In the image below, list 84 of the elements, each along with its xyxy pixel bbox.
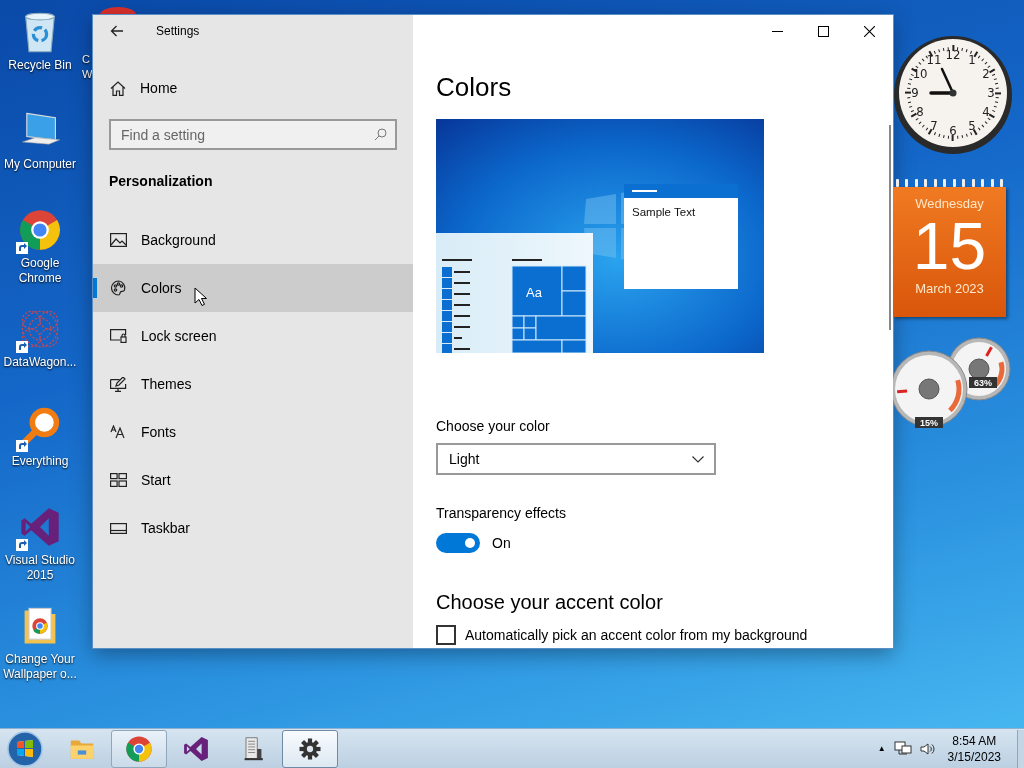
lock-screen-icon xyxy=(110,329,127,343)
start-orb[interactable] xyxy=(6,729,44,768)
field-label: Choose your color xyxy=(436,417,551,435)
network-icon[interactable] xyxy=(893,740,912,757)
clock-numeral: 1 xyxy=(968,52,976,68)
visual-studio-icon xyxy=(182,734,210,763)
page-heading: Colors xyxy=(436,72,513,102)
taskbar-button[interactable] xyxy=(282,729,338,768)
close-icon xyxy=(863,25,875,37)
search-icon xyxy=(374,128,387,141)
icon-label: My Computer xyxy=(3,157,77,172)
clock-numeral: 6 xyxy=(949,123,957,138)
minimize-icon xyxy=(771,30,783,32)
show-hidden-icons-button[interactable]: ▲ xyxy=(877,744,886,753)
color-mode-dropdown[interactable]: Light xyxy=(436,443,716,475)
meter-reading: 15% xyxy=(920,418,938,428)
clock-numeral: 12 xyxy=(945,47,961,62)
checkbox[interactable] xyxy=(436,625,456,645)
taskbar-icon xyxy=(110,522,127,534)
clock-numeral: 5 xyxy=(968,117,976,133)
section-heading: Choose your accent color xyxy=(436,590,664,615)
icon-label: Everything xyxy=(10,454,70,469)
app-icon[interactable] xyxy=(100,7,136,15)
fonts-icon xyxy=(110,425,127,439)
start-tiles-icon xyxy=(110,473,127,487)
calendar-weekday: Wednesday xyxy=(915,196,984,211)
desktop-icon[interactable]: Google Chrome xyxy=(0,202,80,301)
icon-label: DataWagon... xyxy=(2,355,78,370)
clock-hands-drawing xyxy=(929,67,957,97)
back-arrow-icon xyxy=(110,25,124,37)
scrollbar[interactable] xyxy=(889,125,891,330)
desktop-icon[interactable]: DataWagon... xyxy=(0,301,80,400)
nav-item[interactable]: Background xyxy=(93,216,413,264)
desktop-icon[interactable]: Visual Studio 2015 xyxy=(0,499,80,598)
desktop-icon[interactable]: Change Your Wallpaper o... xyxy=(0,598,80,697)
mouse-cursor-icon xyxy=(194,287,207,307)
nav-item[interactable]: Themes xyxy=(93,360,413,408)
toggle-state: On xyxy=(492,534,511,552)
maximize-icon xyxy=(817,25,829,37)
checkbox-label: Automatically pick an accent color from my background xyxy=(465,627,808,643)
nav-item[interactable]: Taskbar xyxy=(93,504,413,552)
window-title: Settings xyxy=(156,24,200,38)
icon-label: Google Chrome xyxy=(17,256,63,286)
clock-numeral: 8 xyxy=(916,104,924,119)
calendar-day: 15 xyxy=(912,211,987,281)
home-link[interactable]: Home xyxy=(93,64,413,112)
sample-text: Sample Text xyxy=(632,206,696,218)
field-label: Transparency effects xyxy=(436,504,567,522)
picture-icon xyxy=(110,233,127,247)
taskbar-clock[interactable]: 8:54 AM 3/15/2023 xyxy=(947,732,1001,765)
chevron-down-icon xyxy=(692,455,704,463)
speaker-icon[interactable] xyxy=(919,741,936,756)
desktop-icon[interactable]: My Computer xyxy=(0,103,80,202)
nav-item[interactable]: Fonts xyxy=(93,408,413,456)
desktop-icon[interactable]: Recycle Bin xyxy=(0,4,80,103)
clock-numeral: 3 xyxy=(987,85,995,100)
desktop-icon[interactable]: Everything xyxy=(0,400,80,499)
clock-numeral: 2 xyxy=(982,66,990,81)
clock-numeral: 10 xyxy=(912,66,928,81)
chrome-icon xyxy=(125,734,153,763)
icon-label: Change Your Wallpaper o... xyxy=(2,652,78,682)
nav-item[interactable]: Start xyxy=(93,456,413,504)
icon-label: Visual Studio 2015 xyxy=(4,553,76,583)
icon-label: Recycle Bin xyxy=(7,58,73,73)
clock-numeral: 7 xyxy=(930,117,938,133)
tile-label: Aa xyxy=(526,285,542,300)
desktop-icon-label: C W xyxy=(82,52,93,82)
clock-numeral: 4 xyxy=(982,104,990,119)
clock-numeral: 9 xyxy=(911,85,919,100)
toggle-switch[interactable] xyxy=(436,533,480,553)
clock-time: 8:54 AM xyxy=(952,732,997,749)
home-icon xyxy=(110,80,126,96)
search-field[interactable]: Find a setting xyxy=(109,119,397,150)
nav-item[interactable]: Colors xyxy=(93,264,413,312)
section-heading: Personalization xyxy=(109,172,214,191)
calendar-month: March 2023 xyxy=(915,281,984,296)
selection-indicator xyxy=(93,278,97,298)
themes-icon xyxy=(110,376,127,392)
nav-item[interactable]: Lock screen xyxy=(93,312,413,360)
clock-date: 3/15/2023 xyxy=(947,748,1001,765)
clock-numeral: 11 xyxy=(926,52,942,68)
meter-reading: 63% xyxy=(974,378,992,388)
chrome-icon xyxy=(18,208,62,252)
palette-icon xyxy=(110,280,127,296)
